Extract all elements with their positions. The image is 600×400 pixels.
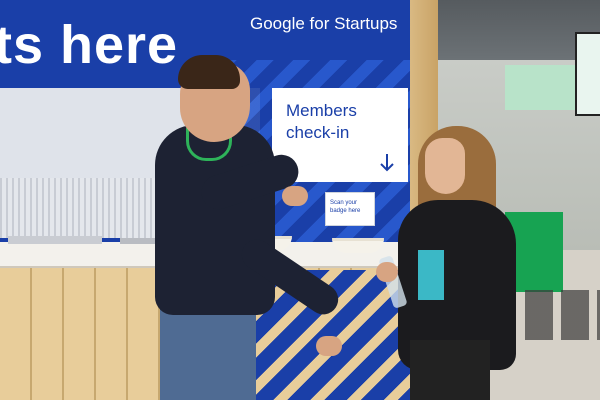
man-hand	[282, 186, 308, 206]
arrow-down-icon	[380, 154, 394, 172]
man-hand	[316, 336, 342, 356]
woman-hand	[376, 262, 398, 282]
background-screen	[505, 65, 575, 110]
brand-logo-text: Google for Startups	[250, 14, 398, 33]
man-hair	[178, 55, 240, 89]
scan-badge-text: Scan your badge here	[330, 200, 361, 214]
woman-teal-top	[418, 250, 444, 300]
scan-badge-sign: Scan your badge here	[325, 192, 375, 226]
photo-scene: ts here Google for Startups Members chec…	[0, 0, 600, 400]
members-checkin-text: Members check-in	[286, 101, 357, 142]
woman-face	[425, 138, 465, 194]
laptop	[8, 236, 102, 244]
booth-headline: ts here	[0, 15, 179, 75]
background-chairs	[525, 290, 600, 340]
wall-monitor	[575, 32, 600, 116]
woman-leather-pants	[410, 340, 490, 400]
bowl	[332, 238, 384, 253]
man-jeans	[160, 300, 256, 400]
laptop-secondary	[120, 238, 160, 244]
